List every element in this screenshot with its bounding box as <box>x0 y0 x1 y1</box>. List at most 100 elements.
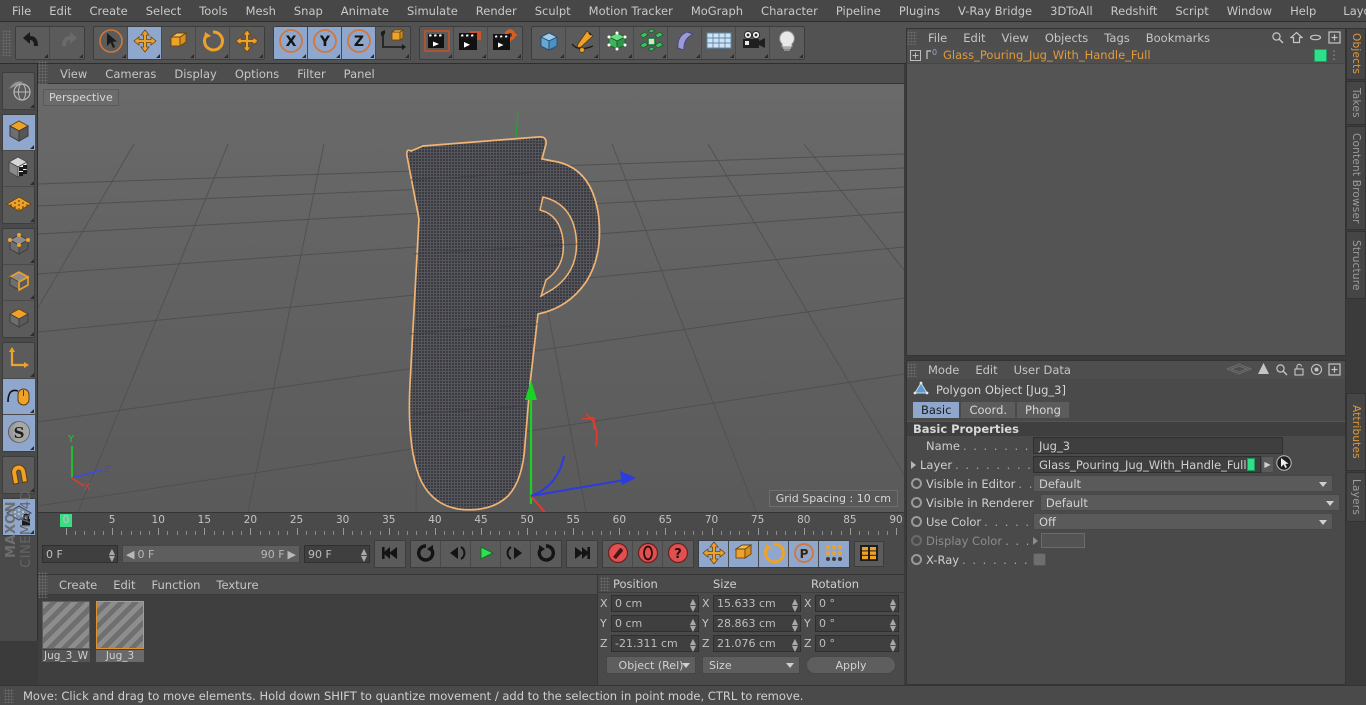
flyout-corner-icon[interactable] <box>79 53 83 58</box>
toolbar-button-scale[interactable] <box>162 26 196 59</box>
menu-item-render[interactable]: Render <box>467 0 526 22</box>
flyout-corner-icon[interactable] <box>259 53 263 58</box>
range-right-arrow-icon[interactable]: ▶ <box>288 548 296 561</box>
menu-item-pipeline[interactable]: Pipeline <box>827 0 890 22</box>
vertical-tab-content-browser[interactable]: Content Browser <box>1346 126 1366 230</box>
toolbar-button-add-scene[interactable] <box>702 26 736 59</box>
coordinate-mode-dropdown[interactable]: Object (Rel) <box>606 656 696 674</box>
toolbar-button-add-light[interactable] <box>770 27 804 59</box>
spinner-icon[interactable]: ▲ ▼ <box>792 637 798 652</box>
menu-item-edit[interactable]: Edit <box>40 0 80 22</box>
toolbar-grip-handle[interactable] <box>2 29 12 56</box>
menu-item-mograph[interactable]: MoGraph <box>682 0 752 22</box>
transport-play[interactable] <box>471 541 501 567</box>
flyout-corner-icon[interactable] <box>302 53 306 58</box>
key-toggle-key-position[interactable] <box>699 540 729 567</box>
apply-button[interactable]: Apply <box>806 656 896 674</box>
viewport-menu-view[interactable]: View <box>51 64 96 84</box>
position-z-field[interactable]: -21.311 cm ▲ ▼ <box>611 634 699 652</box>
pick-object-icon[interactable] <box>1276 455 1292 474</box>
toolbar-button-add-deformer[interactable] <box>668 26 702 59</box>
flyout-corner-icon[interactable] <box>30 446 34 450</box>
spinner-icon[interactable]: ▲ ▼ <box>109 548 115 563</box>
material-menu-texture[interactable]: Texture <box>208 575 266 595</box>
flyout-corner-icon[interactable] <box>560 53 564 58</box>
preview-range-bar[interactable]: ◀ 0 F 90 F ▶ <box>122 545 300 563</box>
left-toolbar-button-texture-mode[interactable] <box>3 151 35 187</box>
menu-item-sculpt[interactable]: Sculpt <box>526 0 580 22</box>
menu-item-create[interactable]: Create <box>81 0 137 22</box>
range-left-arrow-icon[interactable]: ◀ <box>126 548 134 561</box>
flyout-corner-icon[interactable] <box>662 53 666 58</box>
flyout-corner-icon[interactable] <box>482 53 486 58</box>
animation-radio-icon[interactable] <box>911 535 922 546</box>
menu-item-redshift[interactable]: Redshift <box>1102 0 1167 22</box>
key-toggle-key-scale[interactable] <box>729 541 759 567</box>
size-x-field[interactable]: 15.633 cm ▲ ▼ <box>713 594 801 612</box>
toolbar-button-add-spline[interactable] <box>566 26 600 59</box>
flyout-corner-icon[interactable] <box>405 53 409 58</box>
material-thumbnail[interactable] <box>42 601 90 649</box>
flyout-corner-icon[interactable] <box>764 53 768 58</box>
flyout-corner-icon[interactable] <box>30 181 34 185</box>
viewport-menu-cameras[interactable]: Cameras <box>96 64 165 84</box>
rotation-y-field[interactable]: 0 ° ▲ ▼ <box>815 614 899 632</box>
toolbar-button-move-dup[interactable] <box>230 27 264 59</box>
toolbar-button-z-axis[interactable]: Z <box>342 26 376 59</box>
plus-box-icon[interactable] <box>1328 362 1341 379</box>
attributes-grip-handle[interactable] <box>907 363 917 377</box>
material-menu-create[interactable]: Create <box>51 575 105 595</box>
toolbar-button-add-generator[interactable] <box>600 26 634 59</box>
menu-item-window[interactable]: Window <box>1218 0 1281 22</box>
plus-box-icon[interactable] <box>1328 31 1341 47</box>
viewport-menu-display[interactable]: Display <box>165 64 225 84</box>
viewport-menu-filter[interactable]: Filter <box>288 64 334 84</box>
toolbar-button-rotate[interactable] <box>196 26 230 59</box>
attributes-menu-edit[interactable]: Edit <box>967 361 1005 379</box>
attributes-tab-basic[interactable]: Basic <box>913 402 960 418</box>
flyout-corner-icon[interactable] <box>30 218 34 222</box>
left-toolbar-button-polygons-mode[interactable] <box>3 301 35 337</box>
menu-item-animate[interactable]: Animate <box>332 0 398 22</box>
toolbar-button-world-object-coord[interactable] <box>376 27 410 59</box>
current-frame-field[interactable]: 0 F ▲ ▼ <box>42 545 118 563</box>
flyout-corner-icon[interactable] <box>336 53 340 58</box>
toolbar-button-add-camera[interactable] <box>736 26 770 59</box>
object-manager-menu-edit[interactable]: Edit <box>955 29 993 47</box>
size-z-field[interactable]: 21.076 cm ▲ ▼ <box>713 634 801 652</box>
transport-go-to-start[interactable] <box>375 541 405 567</box>
left-toolbar-button-edges-mode[interactable] <box>3 265 35 301</box>
ellipse-icon[interactable] <box>1309 31 1322 47</box>
left-toolbar-button-undo-view[interactable] <box>3 73 35 109</box>
left-toolbar-button-points-mode[interactable] <box>3 229 35 265</box>
viewport-menu-panel[interactable]: Panel <box>335 64 384 84</box>
tag-dots-icon[interactable]: ⋮ <box>1327 49 1341 61</box>
expand-triangle-icon[interactable] <box>1033 536 1038 545</box>
animation-radio-icon[interactable] <box>911 478 922 489</box>
spinner-icon[interactable]: ▲ ▼ <box>890 617 896 632</box>
menu-item-select[interactable]: Select <box>137 0 190 22</box>
flyout-corner-icon[interactable] <box>730 53 734 58</box>
spinner-icon[interactable]: ▲ ▼ <box>890 637 896 652</box>
display-color-swatch[interactable] <box>1041 533 1085 548</box>
position-y-field[interactable]: 0 cm ▲ ▼ <box>611 614 699 632</box>
toolbar-button-live-selection[interactable] <box>94 26 128 59</box>
flyout-corner-icon[interactable] <box>799 53 803 58</box>
transport-step-forward[interactable] <box>501 541 531 567</box>
visible-in-renderer-dropdown[interactable]: Default <box>1039 494 1340 511</box>
menu-item-plugins[interactable]: Plugins <box>890 0 949 22</box>
flyout-corner-icon[interactable] <box>30 409 34 413</box>
layer-input[interactable]: Glass_Pouring_Jug_With_Handle_Full <box>1033 456 1261 473</box>
status-grip-handle[interactable] <box>4 688 14 703</box>
use-color-dropdown[interactable]: Off <box>1033 513 1333 530</box>
material-item[interactable]: Jug_3 <box>96 601 144 680</box>
flyout-corner-icon[interactable] <box>30 332 34 336</box>
transport-step-back[interactable] <box>441 541 471 567</box>
spinner-icon[interactable]: ▲ ▼ <box>690 597 696 612</box>
object-tree-list[interactable]: 0 Glass_Pouring_Jug_With_Handle_Full ⋮ <box>907 47 1345 355</box>
flyout-corner-icon[interactable] <box>628 53 632 58</box>
keyframe-keyframe-selection[interactable]: ? <box>663 541 693 567</box>
home-icon[interactable] <box>1289 31 1304 47</box>
left-toolbar-button-workplane-mode[interactable] <box>3 187 35 223</box>
lock-icon[interactable] <box>1293 363 1305 379</box>
